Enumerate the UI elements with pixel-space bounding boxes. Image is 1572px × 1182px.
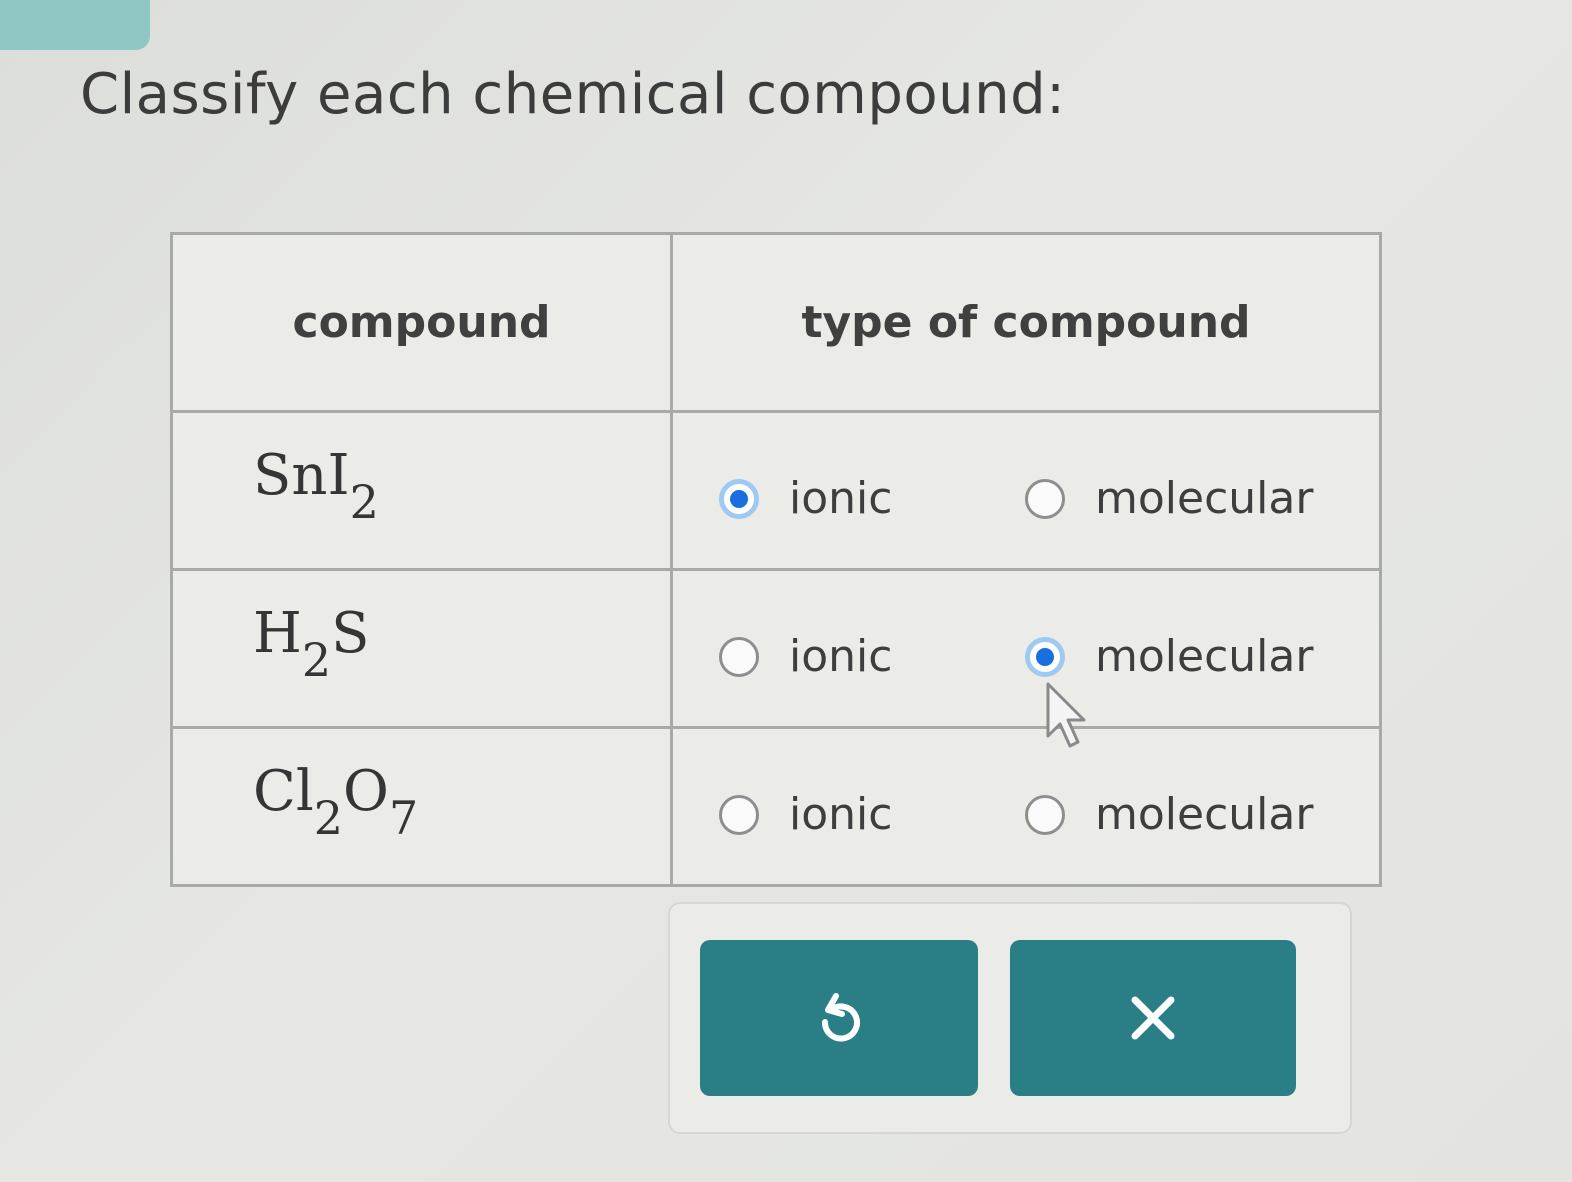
compound-cell: Cl2O7: [170, 726, 673, 887]
question-prompt: Classify each chemical compound:: [80, 62, 1066, 127]
table-header-row: compound type of compound: [170, 232, 1382, 413]
undo-icon: [821, 993, 860, 1042]
formula-subscript: 2: [313, 791, 344, 846]
close-icon: [1131, 996, 1175, 1040]
formula-symbol: S: [331, 601, 370, 666]
formula-subscript: 2: [301, 633, 332, 688]
radio-molecular[interactable]: [1025, 636, 1065, 677]
formula-symbol: I: [327, 443, 350, 508]
option-ionic[interactable]: ionic: [719, 473, 892, 524]
type-cell: ionic molecular: [670, 726, 1382, 887]
formula-symbol: Sn: [253, 443, 328, 508]
option-label: molecular: [1095, 473, 1314, 524]
option-ionic[interactable]: ionic: [719, 631, 892, 682]
compound-formula: H2S: [173, 571, 670, 687]
radio-ionic[interactable]: [719, 794, 759, 835]
reset-button[interactable]: [700, 940, 978, 1096]
option-molecular[interactable]: molecular: [1025, 631, 1313, 682]
compound-cell: H2S: [170, 568, 673, 729]
type-cell: ionic molecular: [670, 568, 1382, 729]
option-label: ionic: [789, 473, 893, 524]
type-cell: ionic molecular: [670, 410, 1382, 571]
compound-formula: Cl2O7: [173, 729, 670, 845]
option-label: molecular: [1095, 789, 1314, 840]
option-label: molecular: [1095, 631, 1314, 682]
table-row: H2S ionic molecular: [170, 568, 1382, 729]
option-ionic[interactable]: ionic: [719, 789, 892, 840]
clear-button[interactable]: [1010, 940, 1296, 1096]
compound-cell: SnI2: [170, 410, 673, 571]
formula-symbol: H: [253, 601, 302, 666]
formula-symbol: Cl: [253, 759, 314, 824]
header-compound: compound: [170, 232, 673, 413]
header-type-of-compound: type of compound: [670, 232, 1382, 413]
table-row: Cl2O7 ionic molecular: [170, 726, 1382, 887]
radio-molecular[interactable]: [1025, 794, 1065, 835]
formula-symbol: O: [343, 759, 389, 824]
formula-subscript: 7: [388, 791, 419, 846]
top-tab: [0, 0, 150, 50]
option-label: ionic: [789, 789, 893, 840]
classification-table: compound type of compound SnI2 ionic mol…: [170, 232, 1382, 887]
option-molecular[interactable]: molecular: [1025, 789, 1313, 840]
formula-subscript: 2: [349, 475, 379, 530]
table-row: SnI2 ionic molecular: [170, 410, 1382, 571]
action-panel: [668, 902, 1352, 1134]
option-molecular[interactable]: molecular: [1025, 473, 1313, 524]
mouse-cursor-icon: [1046, 682, 1086, 748]
radio-molecular[interactable]: [1025, 478, 1065, 519]
compound-formula: SnI2: [173, 413, 670, 529]
radio-ionic[interactable]: [719, 478, 759, 519]
radio-ionic[interactable]: [719, 636, 759, 677]
option-label: ionic: [789, 631, 893, 682]
